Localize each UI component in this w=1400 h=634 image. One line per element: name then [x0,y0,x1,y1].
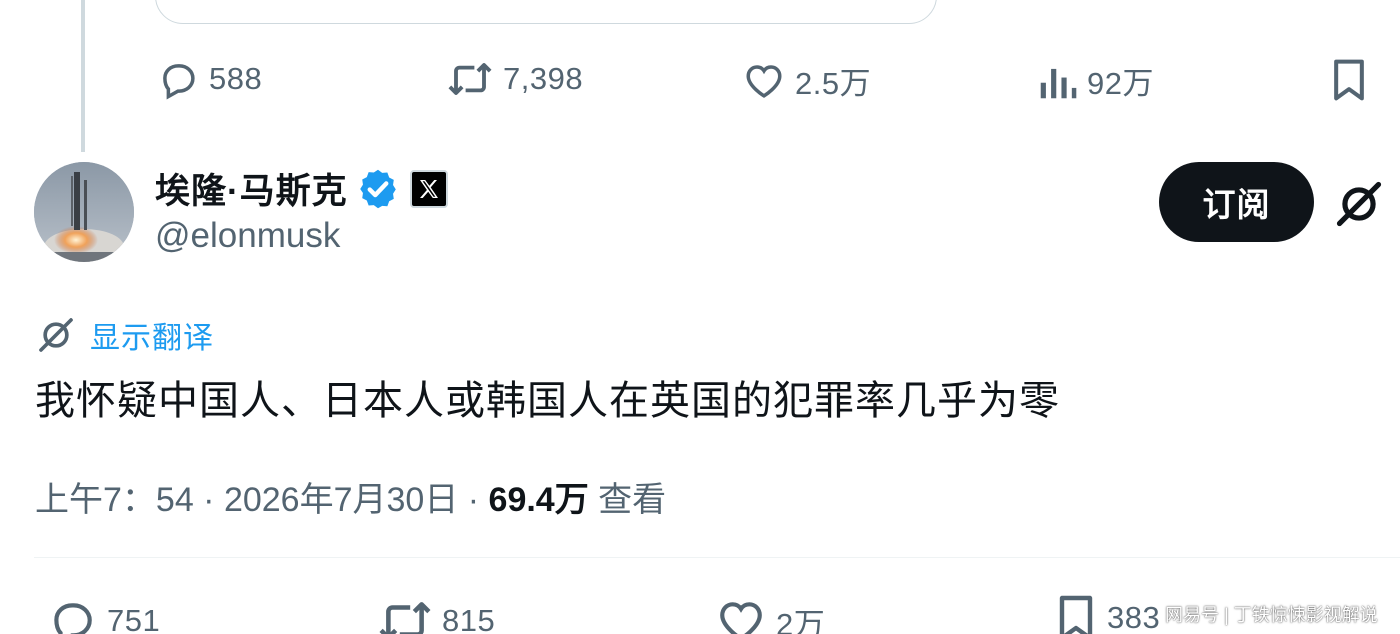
show-translation-link[interactable]: 显示翻译 [90,313,214,357]
views-icon [1040,68,1077,98]
retweet-button[interactable]: 815 [378,596,495,634]
retweet-button[interactable]: 7,398 [447,58,583,100]
retweet-icon [379,602,431,634]
tweet-views-label[interactable]: 查看 [589,481,666,519]
bookmark-button[interactable]: 383 [1055,594,1160,634]
bookmark-icon [1059,595,1093,634]
translate-row[interactable]: 显示翻译 [36,313,214,357]
retweet-icon [448,63,492,95]
author-display-name[interactable]: 埃隆·马斯克 [155,163,348,214]
author-name-row: 埃隆·马斯克 [155,163,448,214]
tweet-text: 我怀疑中国人、日本人或韩国人在英国的犯罪率几乎为零 [35,379,1060,423]
tweet-meta: 上午7：54 · 2026年7月30日 · 69.4万 查看 [35,472,666,521]
bookmark-count: 383 [1107,600,1161,634]
meta-separator: · [458,481,489,519]
like-button[interactable]: 2.5万 [743,58,871,103]
thread-connector-line [81,0,85,152]
reply-icon [54,603,92,634]
like-icon [720,602,762,634]
like-count: 2万 [776,606,826,634]
reply-button[interactable]: 588 [157,58,262,100]
views-count: 92万 [1087,66,1154,101]
like-button[interactable]: 2万 [716,596,825,634]
reply-button[interactable]: 751 [47,596,160,634]
grok-icon [1336,181,1382,227]
author-handle[interactable]: @elonmusk [155,216,340,256]
quoted-card[interactable] [155,0,937,24]
verified-badge-icon[interactable] [356,167,400,211]
x-affiliate-badge[interactable] [409,169,448,208]
watermark: 网易号 | 丁铁惊悚影视解说 [1165,605,1378,625]
bookmark-button[interactable] [1330,58,1368,102]
reply-count: 588 [209,61,263,96]
tweet-views-count[interactable]: 69.4万 [489,481,589,519]
subscribe-button[interactable]: 订阅 [1159,162,1314,242]
grok-icon [39,318,73,352]
grok-button[interactable] [1333,178,1385,230]
tweet-date[interactable]: 2026年7月30日 [224,481,458,519]
views-button[interactable]: 92万 [1039,58,1154,103]
tweet-time[interactable]: 上午7：54 [35,481,194,519]
retweet-count: 7,398 [503,61,584,96]
meta-separator: · [193,481,224,519]
divider [34,557,1400,558]
bookmark-icon [1334,59,1364,101]
like-count: 2.5万 [795,66,872,101]
rocket-launch-image [34,162,134,262]
tweet-page: 588 7,398 2.5万 92万 埃隆·马斯克 @elonmusk 订阅 显… [0,0,1400,634]
avatar[interactable] [34,162,134,262]
reply-count: 751 [107,603,161,634]
reply-icon [163,64,195,100]
x-logo-icon [419,179,438,198]
like-icon [746,64,782,98]
retweet-count: 815 [442,603,496,634]
